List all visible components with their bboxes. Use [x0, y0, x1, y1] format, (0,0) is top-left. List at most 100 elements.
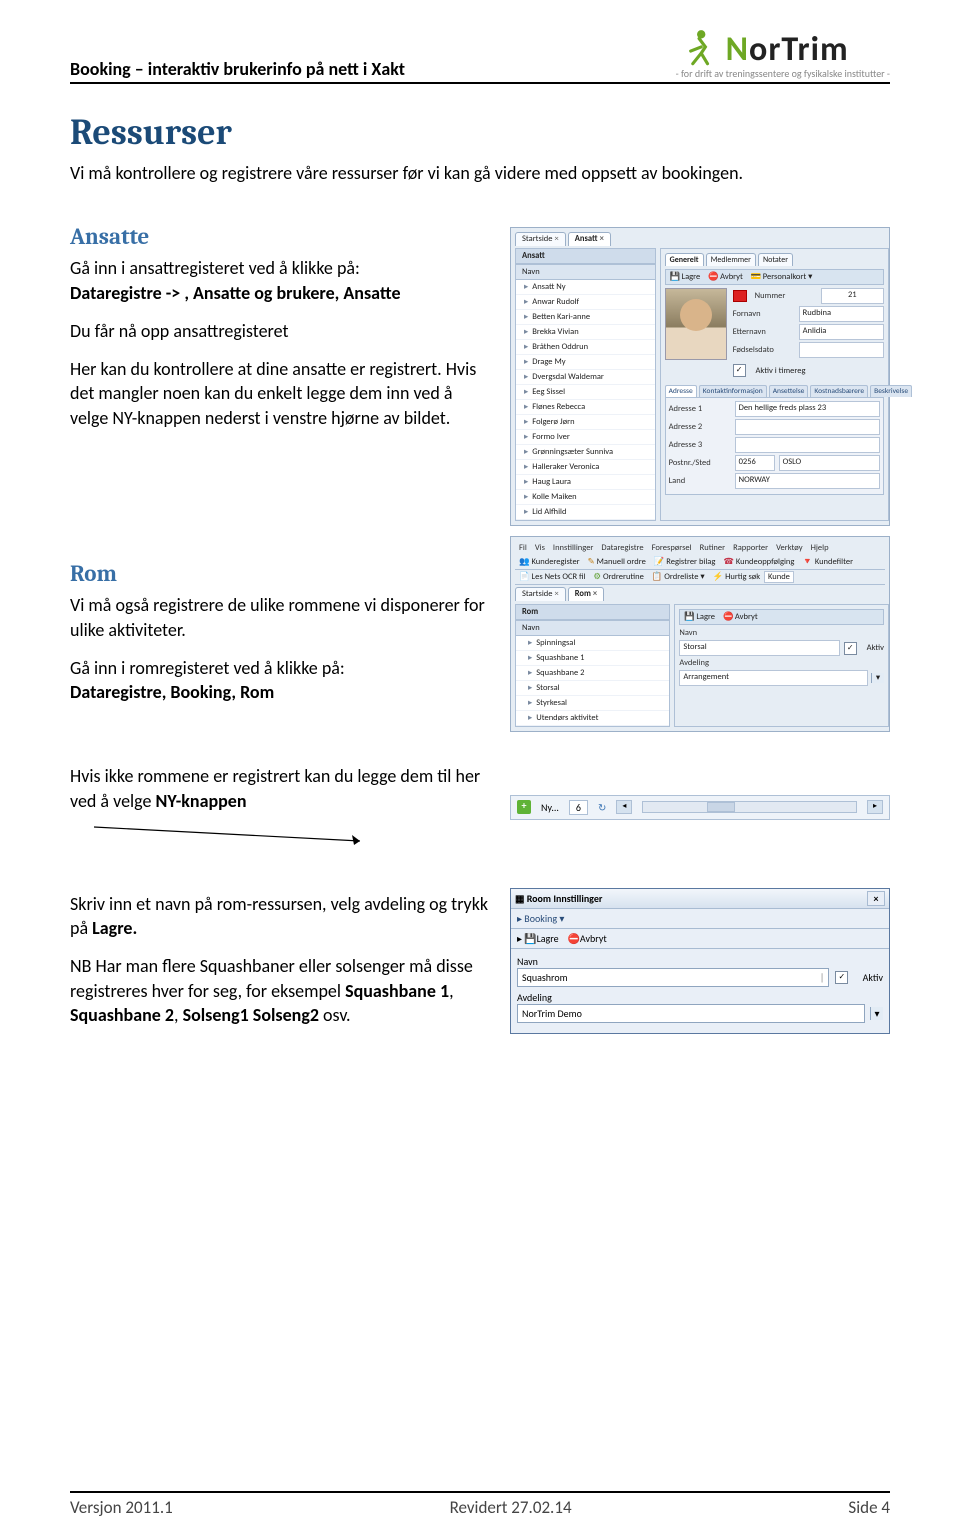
- refresh-icon[interactable]: ↻: [598, 801, 606, 814]
- rom-navn-field[interactable]: Squashrom|: [517, 968, 829, 987]
- cancel-button[interactable]: ⛔ Avbryt: [708, 272, 743, 282]
- close-icon[interactable]: ×: [555, 234, 559, 244]
- cmd-ordrerutine[interactable]: ⚙ Ordrerutine: [593, 572, 643, 582]
- tab-rom[interactable]: Rom×: [568, 587, 604, 601]
- list-item[interactable]: ▸Eeg Sissel: [516, 385, 655, 400]
- list-item[interactable]: ▸Flønes Rebecca: [516, 400, 655, 415]
- scrollbar[interactable]: [642, 801, 857, 813]
- scroll-left-icon[interactable]: ◂: [616, 800, 632, 814]
- menu-item[interactable]: Forespørsel: [652, 543, 692, 553]
- cmd-kunderegister[interactable]: 👥 Kunderegister: [519, 557, 580, 567]
- fornavn-field[interactable]: Rudbina: [799, 306, 884, 322]
- postnr-field[interactable]: 0256: [735, 455, 775, 471]
- subtab-notater[interactable]: Notater: [758, 253, 793, 266]
- personalkort-button[interactable]: 💳 Personalkort ▾: [751, 272, 813, 282]
- close-icon[interactable]: ×: [593, 589, 597, 599]
- menu-item[interactable]: Vis: [535, 543, 545, 553]
- label-adresse1: Adresse 1: [669, 404, 731, 414]
- close-icon[interactable]: ×: [867, 891, 885, 906]
- aktiv-checkbox[interactable]: ✓: [733, 364, 746, 377]
- close-icon[interactable]: ×: [600, 234, 604, 244]
- address-tab[interactable]: Ansettelse: [769, 385, 809, 397]
- menu-item[interactable]: Rutiner: [700, 543, 725, 553]
- stop-icon: ⛔: [568, 932, 578, 945]
- sted-field[interactable]: OSLO: [779, 455, 880, 471]
- ny-button[interactable]: Ny...: [541, 801, 559, 814]
- list-item[interactable]: ▸Bråthen Oddrun: [516, 340, 655, 355]
- hurtigsok-field[interactable]: Kunde: [764, 571, 794, 583]
- menu-item[interactable]: Verktøy: [776, 543, 802, 553]
- address-tab[interactable]: Kontaktinformasjon: [699, 385, 767, 397]
- list-item[interactable]: ▸Drage My: [516, 355, 655, 370]
- list-item[interactable]: ▸Storsal: [516, 681, 669, 696]
- avdeling-select[interactable]: NorTrim Demo: [517, 1004, 865, 1023]
- menu-item[interactable]: Rapporter: [733, 543, 768, 553]
- add-icon[interactable]: +: [517, 800, 531, 814]
- cmd-hurtigsok[interactable]: ⚡ Hurtig søk Kunde: [713, 572, 794, 582]
- address-tab[interactable]: Kostnadsbærere: [810, 385, 868, 397]
- cmd-kundeoppfolging[interactable]: ☎ Kundeoppfølging: [723, 557, 794, 567]
- adresse2-field[interactable]: [735, 419, 880, 435]
- list-item[interactable]: ▸Utendørs aktivitet: [516, 711, 669, 726]
- cmd-les-nets-ocr[interactable]: 📄 Les Nets OCR fil: [519, 572, 585, 582]
- tab-startside[interactable]: Startside×: [515, 232, 566, 246]
- breadcrumb[interactable]: ▸ Booking ▾: [511, 909, 889, 929]
- fodselsdato-field[interactable]: [799, 342, 884, 358]
- avdeling-select[interactable]: Arrangement: [679, 670, 868, 686]
- list-item[interactable]: ▸Squashbane 2: [516, 666, 669, 681]
- nummer-field[interactable]: 21: [821, 288, 884, 304]
- list-item[interactable]: ▸Styrkesal: [516, 696, 669, 711]
- menu-item[interactable]: Hjelp: [811, 543, 829, 553]
- tab-startside[interactable]: Startside×: [515, 587, 566, 601]
- menu-item[interactable]: Innstillinger: [553, 543, 593, 553]
- close-icon[interactable]: ×: [555, 589, 559, 599]
- cmd-registrer-bilag[interactable]: 📝 Registrer bilag: [654, 557, 716, 567]
- save-button[interactable]: 💾 Lagre: [524, 932, 558, 945]
- menu-item[interactable]: Dataregistre: [601, 543, 643, 553]
- list-item[interactable]: ▸Folgerø Jørn: [516, 415, 655, 430]
- scroll-right-icon[interactable]: ▸: [867, 800, 883, 814]
- chevron-right-icon: ▸: [524, 447, 528, 457]
- chevron-right-icon: ▸: [528, 683, 532, 693]
- list-item[interactable]: ▸Grønningsæter Sunniva: [516, 445, 655, 460]
- cancel-button[interactable]: ⛔ Avbryt: [723, 612, 758, 622]
- menu-item[interactable]: Fil: [519, 543, 527, 553]
- adresse1-field[interactable]: Den hellige freds plass 23: [735, 401, 880, 417]
- list-item[interactable]: ▸Kolle Maiken: [516, 490, 655, 505]
- cancel-button[interactable]: ⛔ Avbryt: [568, 932, 607, 945]
- pane-title: Rom: [515, 604, 670, 620]
- save-button[interactable]: 💾 Lagre: [684, 612, 715, 622]
- rom-navn-field[interactable]: Storsal: [679, 640, 839, 656]
- subtab-generelt[interactable]: Generelt: [665, 253, 704, 266]
- column-header-navn[interactable]: Navn: [516, 265, 655, 280]
- list-item[interactable]: ▸Halleraker Veronica: [516, 460, 655, 475]
- list-item[interactable]: ▸Lid Alfhild: [516, 505, 655, 520]
- list-item[interactable]: ▸Betten Kari-anne: [516, 310, 655, 325]
- cmd-ordreliste[interactable]: 📋 Ordreliste ▾: [652, 572, 705, 582]
- column-header-navn[interactable]: Navn: [516, 621, 669, 636]
- chevron-right-icon: ▸: [528, 698, 532, 708]
- aktiv-checkbox[interactable]: ✓: [835, 971, 848, 984]
- land-field[interactable]: NORWAY: [735, 473, 880, 489]
- label-aktiv: Aktiv: [863, 971, 883, 984]
- subtab-medlemmer[interactable]: Medlemmer: [706, 253, 756, 266]
- tab-ansatt[interactable]: Ansatt×: [568, 232, 611, 246]
- list-item[interactable]: ▸Squashbane 1: [516, 651, 669, 666]
- aktiv-checkbox[interactable]: ✓: [844, 642, 857, 655]
- adresse3-field[interactable]: [735, 437, 880, 453]
- list-item[interactable]: ▸Anwar Rudolf: [516, 295, 655, 310]
- list-item[interactable]: ▸Haug Laura: [516, 475, 655, 490]
- address-tab[interactable]: Adresse: [665, 385, 697, 397]
- cmd-manuell-ordre[interactable]: ✎ Manuell ordre: [588, 557, 646, 567]
- chevron-down-icon[interactable]: ▾: [871, 673, 884, 683]
- list-item[interactable]: ▸Ansatt Ny: [516, 280, 655, 295]
- list-item[interactable]: ▸Formo Iver: [516, 430, 655, 445]
- etternavn-field[interactable]: Anlidia: [799, 324, 884, 340]
- list-item[interactable]: ▸Spinningsal: [516, 636, 669, 651]
- list-item[interactable]: ▸Dvergsdal Waldemar: [516, 370, 655, 385]
- save-button[interactable]: 💾 Lagre: [670, 272, 701, 282]
- cmd-kundefilter[interactable]: 🔻 Kundefilter: [802, 557, 853, 567]
- list-item[interactable]: ▸Brekka Vivian: [516, 325, 655, 340]
- address-tab[interactable]: Beskrivelse: [870, 385, 912, 397]
- chevron-down-icon[interactable]: ▾: [870, 1007, 883, 1020]
